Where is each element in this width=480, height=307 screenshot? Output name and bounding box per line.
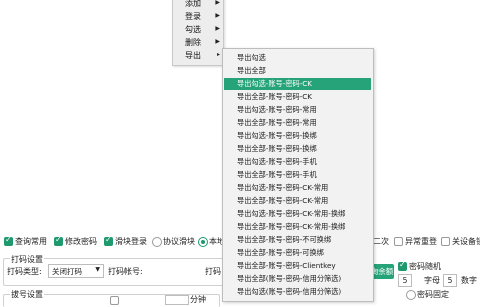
protocol-slider-label: 协议滑块 <box>163 237 195 246</box>
export-item[interactable]: 导出勾选 <box>224 52 371 64</box>
slider-login-label: 滑块登录 <box>115 237 147 246</box>
password-random-checkbox[interactable] <box>398 260 407 271</box>
close-device-lock-label: 关设备锁 <box>452 237 480 246</box>
chevron-right-icon: ▶ <box>215 0 220 6</box>
export-item[interactable]: 导出全部 <box>224 65 371 77</box>
query-common-label: 查询常用 <box>15 237 47 246</box>
dial-checkbox[interactable] <box>110 296 119 305</box>
password-fixed-radio[interactable] <box>406 290 416 300</box>
dial-minutes-input[interactable] <box>165 295 189 305</box>
menu-item-delete[interactable]: 删除 ▶ <box>173 36 223 49</box>
export-item[interactable]: 导出全部-账号-密码-手机 <box>224 169 371 181</box>
export-item[interactable]: 导出全部-账号-密码-CK-常用-换绑 <box>224 221 371 233</box>
menu-item-add[interactable]: 添加 ▶ <box>173 0 223 10</box>
menu-item-export[interactable]: 导出 ▸ <box>173 49 223 62</box>
chevron-right-icon: ▶ <box>215 12 220 19</box>
digits-count-input[interactable]: 5 <box>443 274 457 287</box>
close-device-lock-checkbox[interactable] <box>441 237 450 246</box>
context-menu: 添加 ▶ 登录 ▶ 勾选 ▶ 删除 ▶ 导出 ▸ <box>172 0 224 66</box>
export-item[interactable]: 导出全部-账号-密码-CK <box>224 91 371 103</box>
export-item[interactable]: 导出全部-账号-密码-Clientkey <box>224 260 371 272</box>
menu-item-login[interactable]: 登录 ▶ <box>173 10 223 23</box>
coding-group-title: 打码设置 <box>10 254 44 265</box>
export-item[interactable]: 导出全部-账号-密码-换绑 <box>224 143 371 155</box>
export-item[interactable]: 导出勾选-账号-密码-CK-常用 <box>224 182 371 194</box>
password-random-label: 密码随机 <box>409 262 441 271</box>
letters-label: 字母 <box>424 276 440 285</box>
digits-label: 数字 <box>461 276 477 285</box>
abnormal-recheck-label: 异常重登 <box>405 237 437 246</box>
export-item[interactable]: 导出全部-账号-密码-CK-常用 <box>224 195 371 207</box>
chevron-down-icon: ▼ <box>95 266 100 273</box>
export-item[interactable]: 导出全部(账号-密码-信用分筛选) <box>224 273 371 285</box>
export-item[interactable]: 导出勾选(账号-密码-信用分筛选) <box>224 286 371 298</box>
export-item[interactable]: 导出全部-账号-密码-不可换绑 <box>224 234 371 246</box>
chevron-right-icon: ▶ <box>215 25 220 32</box>
password-fixed-label: 密码固定 <box>417 290 449 299</box>
export-item[interactable]: 导出勾选-账号-密码-常用 <box>224 104 371 116</box>
export-submenu: 导出勾选 导出全部 导出勾选-账号-密码-CK 导出全部-账号-密码-CK 导出… <box>222 48 374 302</box>
abnormal-recheck-checkbox[interactable] <box>394 237 403 246</box>
chevron-right-icon: ▶ <box>215 38 220 45</box>
coding-type-label: 打码类型: <box>7 267 42 276</box>
export-item[interactable]: 导出全部-账号-密码-常用 <box>224 117 371 129</box>
export-item[interactable]: 导出勾选-账号-密码-换绑 <box>224 130 371 142</box>
slider-login-checkbox[interactable] <box>104 235 113 246</box>
chevron-right-icon: ▸ <box>216 51 220 58</box>
protocol-slider-radio[interactable] <box>152 237 162 247</box>
query-common-checkbox[interactable] <box>4 235 13 246</box>
letters-count-input[interactable]: 5 <box>398 274 412 287</box>
coding-account-label: 打码帐号: <box>108 267 143 276</box>
modify-password-label: 修改密码 <box>65 237 97 246</box>
local-radio[interactable] <box>198 237 208 247</box>
menu-item-check[interactable]: 勾选 ▶ <box>173 23 223 36</box>
second-label: 二次 <box>373 237 389 246</box>
export-item[interactable]: 导出全部-账号-密码-可换绑 <box>224 247 371 259</box>
export-item[interactable]: 导出勾选-账号-密码-CK-常用-换绑 <box>224 208 371 220</box>
modify-password-checkbox[interactable] <box>54 235 63 246</box>
export-item[interactable]: 导出勾选-账号-密码-手机 <box>224 156 371 168</box>
coding-partial-label: 打码 <box>205 267 221 276</box>
coding-type-select[interactable]: 关闭打码 ▼ <box>48 264 104 278</box>
export-item-highlighted[interactable]: 导出勾选-账号-密码-CK <box>224 78 371 90</box>
dial-group-title: 拔号设置 <box>10 289 44 300</box>
coding-account-input[interactable] <box>150 264 200 276</box>
